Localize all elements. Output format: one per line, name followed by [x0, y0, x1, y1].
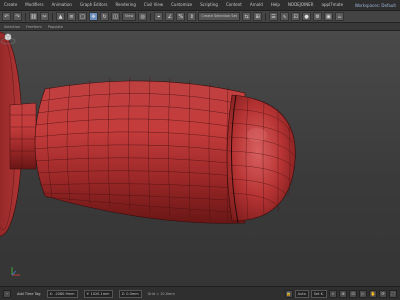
rotate-icon[interactable]: ↻: [100, 12, 109, 21]
auto-key-button[interactable]: Auto: [294, 289, 309, 298]
menu-bar: Create Modifiers Animation Graph Editors…: [0, 0, 400, 11]
ribbon-tab-selection[interactable]: Selection: [4, 25, 20, 29]
menu-help[interactable]: Help: [267, 0, 284, 10]
render-frame-icon[interactable]: ▣: [324, 12, 334, 21]
menu-modifiers[interactable]: Modifiers: [21, 0, 47, 10]
selection-set-field[interactable]: Create Selection Set: [198, 12, 241, 21]
schematic-view-icon[interactable]: ⊡: [291, 12, 301, 21]
maxscript-listener-icon[interactable]: ›: [3, 289, 11, 298]
field-of-view-icon[interactable]: ▷: [359, 289, 367, 298]
select-by-name-icon[interactable]: ≡: [67, 12, 76, 21]
perspective-viewport[interactable]: [0, 31, 400, 286]
x-coordinate-field[interactable]: X: -2080.9mm: [46, 289, 78, 298]
percent-snap-icon[interactable]: %: [176, 12, 186, 21]
menu-civil-view[interactable]: Civil View: [140, 0, 167, 10]
status-bar: › Add Time Tag X: -2080.9mm Y: 1020.1mm …: [0, 286, 400, 300]
key-controls: 🔒 Auto Set K. ⌕ ⊕ ⊡ ▷ ✋ ⟳ ⛶: [284, 289, 397, 298]
link-icon[interactable]: ⛓: [29, 12, 38, 21]
toolbar-divider: [25, 12, 26, 21]
menu-nodejoiner[interactable]: NODEJOINER: [284, 0, 318, 10]
workspace-selector[interactable]: Workspaces: Default: [355, 3, 400, 8]
select-region-icon[interactable]: □: [78, 12, 87, 21]
zoom-extents-icon[interactable]: ⊡: [349, 289, 357, 298]
z-coordinate-field[interactable]: Z: 0.0mm: [118, 289, 142, 298]
main-toolbar: ↶ ↷ ⛓ ✂ ▲ ≡ □ ✥ ↻ ◫ View ◎ ⌖ ∠ % ⇕ Creat…: [0, 11, 400, 23]
viewport-scene[interactable]: [0, 31, 400, 286]
angle-snap-icon[interactable]: ∠: [165, 12, 175, 21]
menu-content[interactable]: Content: [222, 0, 246, 10]
spinner-snap-icon[interactable]: ⇕: [187, 12, 197, 21]
menu-scripting[interactable]: Scripting: [196, 0, 222, 10]
menu-arnold[interactable]: Arnold: [246, 0, 267, 10]
menu-rendering[interactable]: Rendering: [111, 0, 139, 10]
layer-explorer-icon[interactable]: ☰: [269, 12, 279, 21]
ribbon-tab-populate[interactable]: Populate: [48, 25, 63, 29]
render-setup-icon[interactable]: ⚙: [313, 12, 323, 21]
grid-size-label: Grid = 10.0mm: [147, 291, 175, 296]
ribbon-tab-freeform[interactable]: Freeform: [26, 25, 42, 29]
undo-icon[interactable]: ↶: [2, 12, 11, 21]
select-object-icon[interactable]: ▲: [56, 12, 65, 21]
menu-customize[interactable]: Customize: [167, 0, 196, 10]
toolbar-divider: [150, 12, 152, 21]
maximize-viewport-icon[interactable]: ⛶: [389, 289, 397, 298]
zoom-all-icon[interactable]: ⊕: [339, 289, 347, 298]
orbit-icon[interactable]: ⟳: [379, 289, 387, 298]
ribbon-tabs: Selection Freeform Populate: [0, 23, 400, 31]
zoom-icon[interactable]: ⌕: [329, 289, 337, 298]
curve-editor-icon[interactable]: ∿: [280, 12, 290, 21]
pivot-icon[interactable]: ◎: [138, 12, 148, 21]
shaft-object[interactable]: [9, 102, 37, 170]
set-key-button[interactable]: Set K.: [310, 289, 327, 298]
menu-graph-editors[interactable]: Graph Editors: [76, 0, 111, 10]
cap-object[interactable]: [226, 94, 296, 222]
menu-create[interactable]: Create: [0, 0, 21, 10]
snap-icon[interactable]: ⌖: [154, 12, 164, 21]
pan-icon[interactable]: ✋: [369, 289, 377, 298]
toolbar-divider: [52, 12, 53, 21]
unlink-icon[interactable]: ✂: [40, 12, 49, 21]
mirror-icon[interactable]: ⇆: [242, 12, 252, 21]
menu-animation[interactable]: Animation: [48, 0, 76, 10]
lock-selection-icon[interactable]: 🔒: [284, 289, 293, 298]
status-message: Add Time Tag: [17, 291, 41, 296]
align-icon[interactable]: ⊞: [253, 12, 263, 21]
material-editor-icon[interactable]: ●: [302, 12, 312, 21]
move-icon[interactable]: ✥: [89, 12, 98, 21]
y-coordinate-field[interactable]: Y: 1020.1mm: [83, 289, 113, 298]
reference-coordinate-select[interactable]: View: [122, 12, 137, 21]
scale-icon[interactable]: ◫: [111, 12, 120, 21]
viewcube-icon[interactable]: [0, 31, 16, 47]
axis-tripod-icon: [11, 267, 20, 276]
toolbar-divider: [265, 12, 267, 21]
render-icon[interactable]: ☕: [335, 12, 345, 21]
menu-appl7mate[interactable]: appl7mate: [318, 0, 348, 10]
redo-icon[interactable]: ↷: [13, 12, 22, 21]
cylinder-object[interactable]: [33, 76, 246, 224]
